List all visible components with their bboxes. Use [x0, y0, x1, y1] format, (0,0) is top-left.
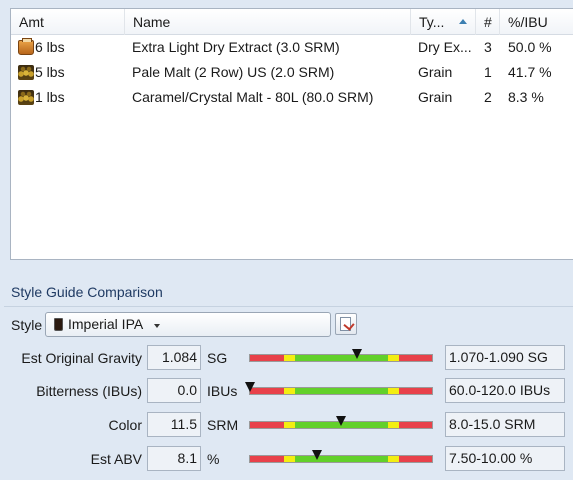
column-header-type[interactable]: Ty...: [411, 9, 476, 35]
section-divider: [4, 306, 573, 307]
metric-range: 1.070-1.090 SG: [445, 345, 565, 370]
chevron-down-icon: [154, 324, 160, 328]
table-row[interactable]: 5 lbs Pale Malt (2 Row) US (2.0 SRM) Gra…: [11, 60, 573, 85]
metric-range: 7.50-10.00 %: [445, 446, 565, 471]
number-cell: 3: [484, 39, 492, 55]
type-cell: Grain: [418, 89, 453, 105]
number-cell: 1: [484, 64, 492, 80]
metric-unit: %: [207, 451, 220, 467]
number-cell: 2: [484, 89, 492, 105]
metric-value: 0.0: [147, 378, 201, 403]
type-cell: Grain: [418, 64, 453, 80]
column-header-number[interactable]: #: [476, 9, 500, 35]
range-marker-icon: [352, 349, 363, 359]
column-header-percent-ibu[interactable]: %/IBU: [500, 9, 573, 35]
section-title: Style Guide Comparison: [11, 284, 163, 300]
metric-row-color: Color 11.5 SRM 8.0-15.0 SRM: [0, 412, 573, 438]
amount-cell: 1 lbs: [35, 89, 65, 105]
ingredient-grid[interactable]: Amt Name Ty... # %/IBU 6 lbs Extra Light…: [10, 8, 573, 260]
percent-cell: 41.7 %: [508, 64, 552, 80]
grain-icon: [18, 90, 34, 105]
amount-cell: 6 lbs: [35, 39, 65, 55]
style-select-value: Imperial IPA: [68, 316, 144, 332]
metric-value: 11.5: [147, 412, 201, 437]
name-cell: Caramel/Crystal Malt - 80L (80.0 SRM): [132, 89, 374, 105]
range-bar: [249, 387, 433, 395]
style-label: Style: [11, 317, 43, 333]
table-row[interactable]: 6 lbs Extra Light Dry Extract (3.0 SRM) …: [11, 35, 573, 60]
metric-label: Est ABV: [90, 451, 142, 467]
metric-row-ibu: Bitterness (IBUs) 0.0 IBUs 60.0-120.0 IB…: [0, 378, 573, 404]
range-marker-icon: [245, 382, 255, 392]
extract-icon: [18, 38, 34, 55]
edit-style-button[interactable]: [335, 313, 357, 335]
metric-label: Bitterness (IBUs): [36, 383, 142, 399]
metric-range: 8.0-15.0 SRM: [445, 412, 565, 437]
column-header-amount[interactable]: Amt: [11, 9, 125, 35]
sort-ascending-icon: [459, 19, 467, 24]
metric-unit: SG: [207, 350, 228, 366]
metric-label: Est Original Gravity: [21, 350, 142, 366]
range-marker-icon: [312, 450, 323, 460]
name-cell: Pale Malt (2 Row) US (2.0 SRM): [132, 64, 335, 80]
metric-row-abv: Est ABV 8.1 % 7.50-10.00 %: [0, 446, 573, 472]
name-cell: Extra Light Dry Extract (3.0 SRM): [132, 39, 340, 55]
range-marker-icon: [336, 416, 346, 426]
metric-unit: SRM: [207, 417, 239, 433]
metric-label: Color: [108, 417, 142, 433]
metric-range: 60.0-120.0 IBUs: [445, 378, 565, 403]
table-row[interactable]: 1 lbs Caramel/Crystal Malt - 80L (80.0 S…: [11, 85, 573, 110]
metric-row-og: Est Original Gravity 1.084 SG 1.070-1.09…: [0, 345, 573, 371]
range-bar: [249, 455, 433, 463]
range-bar: [249, 354, 433, 362]
percent-cell: 50.0 %: [508, 39, 552, 55]
amount-cell: 5 lbs: [35, 64, 65, 80]
grid-header: Amt Name Ty... # %/IBU: [11, 9, 573, 35]
column-header-type-label: Ty...: [419, 14, 445, 30]
beer-glass-icon: [54, 318, 63, 331]
grain-icon: [18, 65, 34, 80]
type-cell: Dry Ex...: [418, 39, 472, 55]
metric-value: 1.084: [147, 345, 201, 370]
percent-cell: 8.3 %: [508, 89, 544, 105]
metric-unit: IBUs: [207, 383, 238, 399]
style-select[interactable]: Imperial IPA: [45, 312, 331, 337]
metric-value: 8.1: [147, 446, 201, 471]
column-header-name[interactable]: Name: [125, 9, 411, 35]
